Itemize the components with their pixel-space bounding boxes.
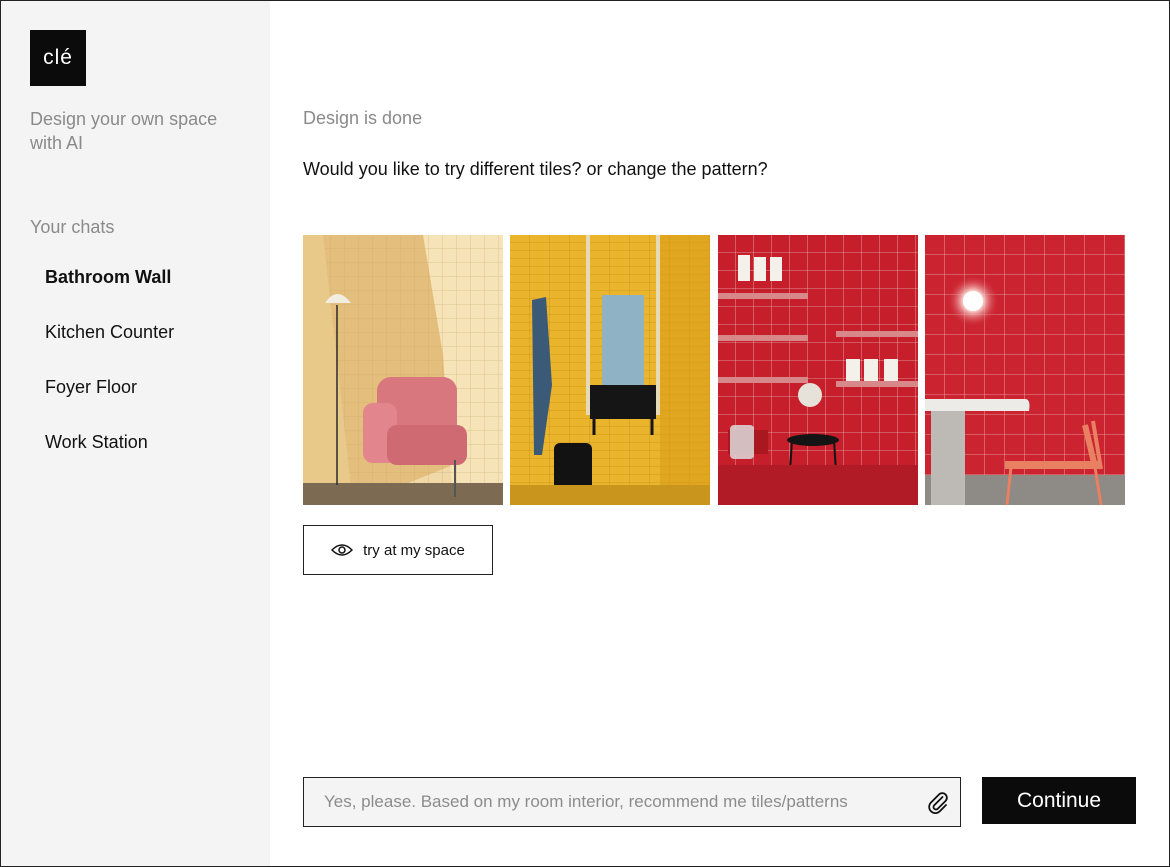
red-tile-shelving-image — [718, 235, 918, 505]
design-image-3[interactable] — [718, 235, 918, 505]
continue-button[interactable]: Continue — [982, 777, 1136, 824]
chat-item-bathroom-wall[interactable]: Bathroom Wall — [45, 267, 174, 322]
try-at-my-space-button[interactable]: try at my space — [303, 525, 493, 575]
tagline: Design your own space with AI — [30, 109, 218, 153]
message-composer — [303, 777, 961, 827]
chat-item-kitchen-counter[interactable]: Kitchen Counter — [45, 322, 174, 377]
chat-panel: Design is done Would you like to try dif… — [270, 1, 1169, 866]
status-message: Design is done — [303, 108, 423, 128]
design-gallery — [303, 235, 1126, 505]
chat-list: Bathroom Wall Kitchen Counter Foyer Floo… — [45, 267, 174, 487]
design-image-2[interactable] — [510, 235, 710, 505]
chat-item-foyer-floor[interactable]: Foyer Floor — [45, 377, 174, 432]
assistant-question: Would you like to try different tiles? o… — [303, 159, 768, 179]
paperclip-icon[interactable] — [926, 791, 950, 815]
chat-item-work-station[interactable]: Work Station — [45, 432, 174, 487]
chats-heading: Your chats — [30, 217, 115, 237]
message-input[interactable] — [304, 778, 924, 826]
eye-icon — [331, 543, 354, 557]
sidebar: clé Design your own space with AI Your c… — [1, 1, 270, 866]
brand-logo[interactable]: clé — [30, 30, 86, 86]
red-tile-table-chair-image — [925, 235, 1125, 505]
design-image-1[interactable] — [303, 235, 503, 505]
design-image-4[interactable] — [925, 235, 1125, 505]
yellow-tile-bathroom-image — [510, 235, 710, 505]
beige-tile-nook-image — [303, 235, 503, 505]
try-at-my-space-label: try at my space — [363, 541, 465, 559]
